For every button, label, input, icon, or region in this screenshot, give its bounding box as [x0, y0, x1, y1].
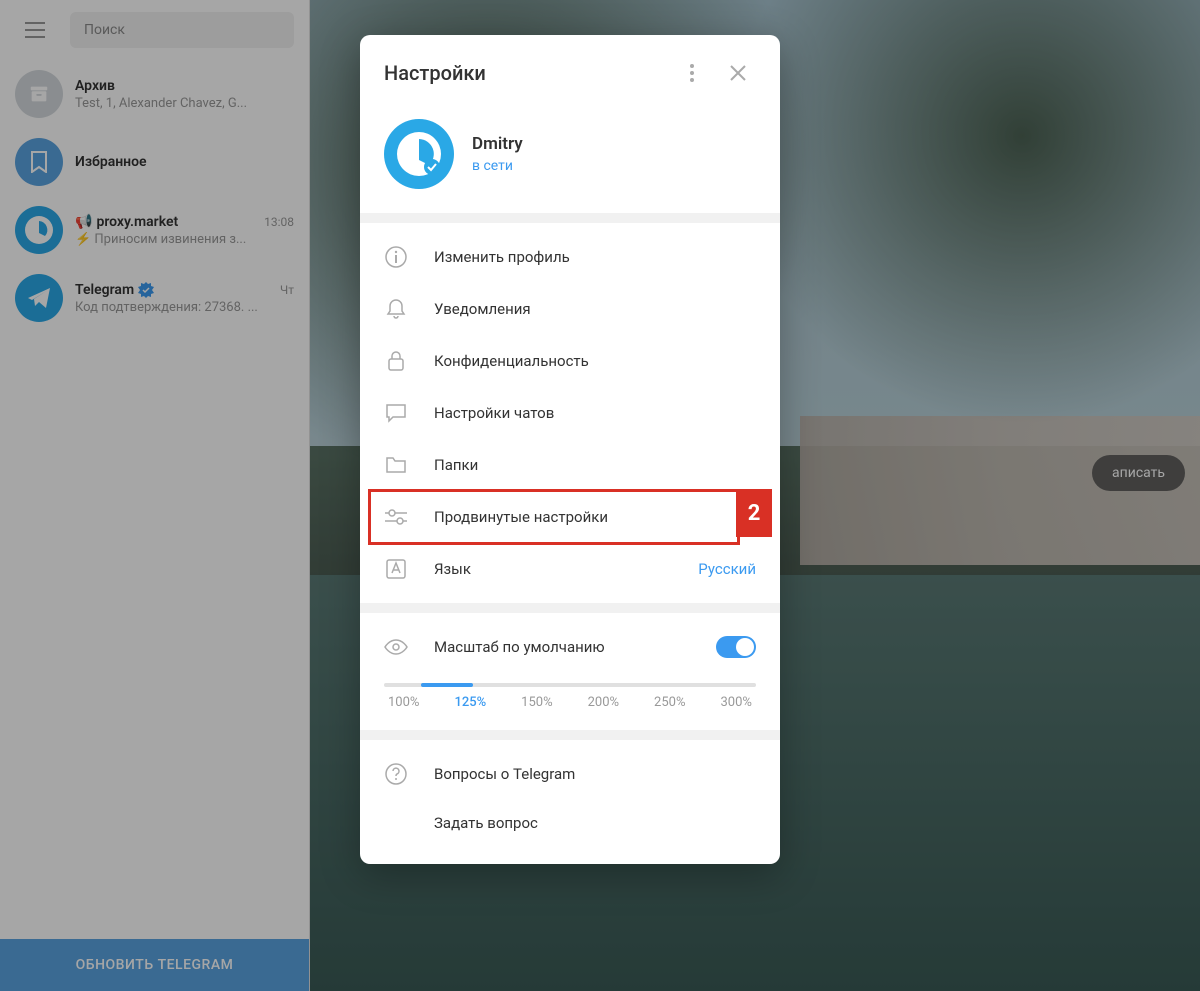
settings-label: Язык: [434, 560, 672, 578]
settings-item-notifications[interactable]: Уведомления: [360, 283, 780, 335]
scale-section: Масштаб по умолчанию 100% 125% 150% 200%…: [360, 613, 780, 730]
profile-status: в сети: [472, 158, 523, 174]
settings-value: Русский: [698, 560, 756, 578]
help-label: Вопросы о Telegram: [434, 765, 756, 783]
settings-modal: Настройки Dmitry в сети Изменить профиль…: [360, 35, 780, 864]
bell-icon: [384, 297, 408, 321]
scale-option[interactable]: 250%: [654, 695, 685, 710]
scale-option[interactable]: 200%: [588, 695, 619, 710]
modal-header: Настройки: [360, 35, 780, 107]
language-icon: [384, 557, 408, 581]
scale-toggle[interactable]: [716, 636, 756, 658]
settings-list: Изменить профиль Уведомления Конфиденциа…: [360, 223, 780, 603]
folder-icon: [384, 453, 408, 477]
info-icon: [384, 245, 408, 269]
scale-option[interactable]: 100%: [388, 695, 419, 710]
settings-label: Продвинутые настройки: [434, 508, 756, 526]
help-section: Вопросы о Telegram Задать вопрос: [360, 740, 780, 854]
settings-item-privacy[interactable]: Конфиденциальность: [360, 335, 780, 387]
scale-label: Масштаб по умолчанию: [434, 638, 690, 656]
lock-icon: [384, 349, 408, 373]
modal-menu-button[interactable]: [674, 55, 710, 91]
profile-name: Dmitry: [472, 134, 523, 154]
kebab-icon: [690, 64, 694, 82]
scale-option[interactable]: 300%: [720, 695, 751, 710]
settings-item-folders[interactable]: Папки: [360, 439, 780, 491]
help-item-ask[interactable]: Задать вопрос: [360, 800, 780, 846]
eye-icon: [384, 635, 408, 659]
modal-title: Настройки: [384, 61, 664, 85]
annotation-badge: 2: [736, 489, 772, 537]
settings-label: Настройки чатов: [434, 404, 756, 422]
settings-label: Уведомления: [434, 300, 756, 318]
scale-slider[interactable]: 100% 125% 150% 200% 250% 300%: [360, 673, 780, 710]
settings-label: Папки: [434, 456, 756, 474]
sliders-icon: [384, 505, 408, 529]
settings-item-advanced[interactable]: Продвинутые настройки 2: [360, 491, 780, 543]
profile-section[interactable]: Dmitry в сети: [360, 107, 780, 213]
close-icon: [730, 65, 746, 81]
help-item-faq[interactable]: Вопросы о Telegram: [360, 748, 780, 800]
question-icon: [384, 762, 408, 786]
chat-icon: [384, 401, 408, 425]
settings-item-edit-profile[interactable]: Изменить профиль: [360, 231, 780, 283]
scale-option[interactable]: 125%: [454, 695, 486, 710]
settings-item-language[interactable]: Язык Русский: [360, 543, 780, 595]
settings-label: Изменить профиль: [434, 248, 756, 266]
modal-close-button[interactable]: [720, 55, 756, 91]
settings-item-chat-settings[interactable]: Настройки чатов: [360, 387, 780, 439]
settings-label: Конфиденциальность: [434, 352, 756, 370]
profile-avatar: [384, 119, 454, 189]
scale-option[interactable]: 150%: [521, 695, 552, 710]
